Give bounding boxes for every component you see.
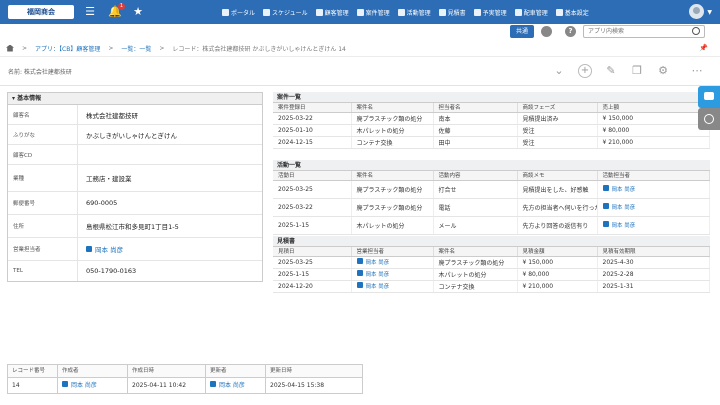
created-at: 2025-04-11 10:42: [132, 382, 187, 389]
updater-link[interactable]: 岡本 尚彦: [206, 378, 265, 394]
edit-icon[interactable]: ✎: [604, 64, 618, 78]
bell-icon[interactable]: 🔔 1: [108, 3, 125, 18]
nav-activities[interactable]: 活動管理: [397, 8, 431, 17]
more-icon[interactable]: ⋯: [690, 64, 704, 78]
field-row: 住所 島根県松江市和多見町1丁目1-5: [8, 215, 262, 238]
field-row: TEL 050-1790-0163: [8, 261, 262, 281]
deal-icon: [356, 8, 364, 16]
settings-icon: [555, 8, 563, 16]
table-row[interactable]: 2025-03-22 廃プラスチック類の処分 電話 先方の担当者へ伺いを行った 岡本 尚…: [273, 198, 710, 217]
chevron-down-icon[interactable]: ▼: [707, 9, 712, 16]
table-row[interactable]: 2025-03-22 廃プラスチック類の処分 南本 見積提出済み ¥ 150,000: [273, 112, 710, 125]
collapse-icon[interactable]: ⌄: [552, 64, 566, 78]
nav-deals[interactable]: 案件管理: [356, 8, 390, 17]
basic-info-panel: ▾ 基本情報 顧客名 株式会社建都技研 ふりがな かぶしきがいしゃけんとぎけん 顧客…: [7, 92, 263, 282]
chart-icon: [473, 8, 481, 16]
pin-icon[interactable]: 📌: [699, 44, 708, 52]
customer-icon: [315, 8, 323, 16]
gear-icon[interactable]: ⚙: [656, 64, 670, 78]
deals-section: 案件一覧 案件登録日 案件名 担当者名 商談フェーズ 売上額 2025-03-22 廃プラ…: [273, 92, 710, 149]
deals-title: 案件一覧: [273, 92, 710, 103]
creator-link[interactable]: 岡本 尚彦: [58, 378, 127, 394]
nav-portal[interactable]: ポータル: [222, 8, 255, 17]
activities-section: 活動一覧 活動日 案件名 活動内容 商談メモ 活動担当者 2025-03-25 廃プラスチ…: [273, 160, 710, 235]
record-toolbar: 名前: 株式会社建都技研 ⌄ + ✎ ❐ ⚙ ⋯: [0, 56, 720, 86]
activities-table: 活動日 案件名 活動内容 商談メモ 活動担当者 2025-03-25 廃プラスチック類の処…: [273, 171, 710, 235]
field-row: 顧客CD: [8, 145, 262, 165]
breadcrumb-app[interactable]: アプリ：【CB】顧客管理: [35, 44, 100, 53]
updated-at: 2025-04-15 15:38: [270, 382, 325, 389]
main-nav: ポータル スケジュール 顧客管理 案件管理 活動管理 見積書 予実管理 配車管理…: [222, 8, 589, 17]
history-icon[interactable]: [698, 108, 720, 130]
app-search-input[interactable]: [583, 25, 705, 38]
star-icon[interactable]: ★: [132, 6, 144, 18]
breadcrumb-list[interactable]: 一覧：一覧: [121, 44, 151, 53]
notification-badge: 1: [117, 3, 125, 10]
sales-rep-link[interactable]: 岡本 尚彦: [351, 280, 434, 293]
gear-icon[interactable]: [541, 26, 552, 37]
top-header: 福岡商会 ☰ 🔔 1 ★ ポータル スケジュール 顧客管理 案件管理 活動管理 見…: [0, 0, 720, 24]
quotes-section: 見積書 見積日 営業担当者 案件名 見積金額 見積有効期限 2025-03-25 岡本 尚…: [273, 236, 710, 293]
sub-toolbar: 共通 ?: [0, 24, 720, 40]
activities-title: 活動一覧: [273, 160, 710, 171]
table-row[interactable]: 2025-01-10 木パレットの処分 佐藤 受注 ¥ 80,000: [273, 124, 710, 137]
field-row: 営業担当者 岡本 尚彦: [8, 238, 262, 261]
user-avatar[interactable]: [689, 4, 704, 19]
help-icon[interactable]: ?: [565, 26, 576, 37]
quotes-title: 見積書: [273, 236, 710, 247]
activity-icon: [397, 8, 405, 16]
table-row[interactable]: 2025-1-15 岡本 尚彦 木パレットの処分 ¥ 80,000 2025-2-28: [273, 268, 710, 281]
field-row: 顧客名 株式会社建都技研: [8, 105, 262, 125]
nav-customers[interactable]: 顧客管理: [315, 8, 349, 17]
menu-icon[interactable]: ☰: [84, 6, 96, 18]
table-row[interactable]: 2024-12-15 コンテナ交換 田中 受注 ¥ 210,000: [273, 136, 710, 149]
basic-info-title[interactable]: ▾ 基本情報: [8, 93, 262, 105]
company-logo[interactable]: 福岡商会: [8, 5, 74, 19]
sales-rep-link[interactable]: 岡本 尚彦: [351, 256, 434, 269]
home-icon[interactable]: [6, 44, 14, 52]
add-record-icon[interactable]: +: [578, 64, 592, 78]
sales-rep-link[interactable]: 岡本 尚彦: [95, 244, 123, 254]
copy-icon[interactable]: ❐: [630, 64, 644, 78]
comment-icon[interactable]: [698, 86, 720, 108]
truck-icon: [514, 8, 522, 16]
calendar-icon: [263, 8, 271, 16]
assignee-link[interactable]: 岡本 尚彦: [597, 216, 710, 235]
field-row: 業種 工務店・建設業: [8, 165, 262, 192]
deals-table: 案件登録日 案件名 担当者名 商談フェーズ 売上額 2025-03-22 廃プラスチック類…: [273, 103, 710, 149]
nav-schedule[interactable]: スケジュール: [263, 8, 308, 17]
search-icon[interactable]: [692, 27, 700, 35]
nav-dispatch[interactable]: 配車管理: [514, 8, 548, 17]
document-icon: [438, 8, 446, 16]
breadcrumb: > アプリ：【CB】顧客管理 > 一覧：一覧 > レコード：株式会社建都技研 か…: [0, 40, 720, 56]
table-row[interactable]: 2025-03-25 廃プラスチック類の処分 打合せ 見積提出をした、好感触 岡本 尚彦: [273, 180, 710, 199]
record-meta: レコード番号 14 作成者 岡本 尚彦 作成日時 2025-04-11 10:42 更…: [7, 364, 363, 394]
nav-quotes[interactable]: 見積書: [438, 8, 466, 17]
sales-rep-link[interactable]: 岡本 尚彦: [351, 268, 434, 281]
record-title: 名前: 株式会社建都技研: [8, 69, 72, 76]
field-row: ふりがな かぶしきがいしゃけんとぎけん: [8, 125, 262, 145]
nav-budget[interactable]: 予実管理: [473, 8, 507, 17]
table-row[interactable]: 2024-12-20 岡本 尚彦 コンテナ交換 ¥ 210,000 2025-1-31: [273, 280, 710, 293]
nav-settings[interactable]: 基本設定: [555, 8, 589, 17]
field-row: 郵便番号 690-0005: [8, 192, 262, 215]
table-row[interactable]: 2025-03-25 岡本 尚彦 廃プラスチック類の処分 ¥ 150,000 2025-…: [273, 256, 710, 269]
assignee-link[interactable]: 岡本 尚彦: [597, 180, 710, 199]
user-icon: [86, 246, 92, 252]
share-tab-button[interactable]: 共通: [510, 25, 534, 38]
home-icon: [222, 8, 229, 16]
table-row[interactable]: 2025-1-15 木パレットの処分 メール 先方より回答の返信有り 岡本 尚彦: [273, 216, 710, 235]
quotes-table: 見積日 営業担当者 案件名 見積金額 見積有効期限 2025-03-25 岡本 尚彦 廃プラ…: [273, 247, 710, 293]
record-number: 14: [12, 382, 20, 389]
assignee-link[interactable]: 岡本 尚彦: [597, 198, 710, 217]
breadcrumb-record: レコード：株式会社建都技研 かぶしきがいしゃけんとぎけん 14: [172, 45, 346, 53]
